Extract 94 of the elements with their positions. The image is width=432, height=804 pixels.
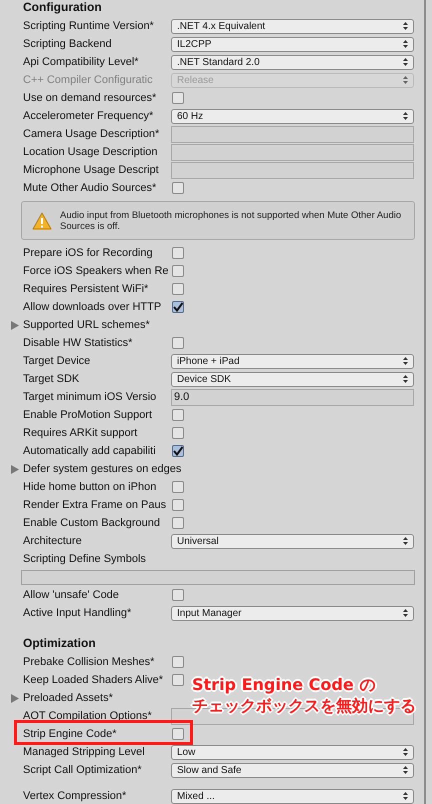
field-label: Mute Other Audio Sources*: [23, 180, 158, 196]
field-label: Active Input Handling*: [23, 606, 132, 621]
checkbox[interactable]: [172, 499, 184, 511]
annotation-text: Strip Engine Code の: [192, 674, 376, 695]
field-label: AOT Compilation Options*: [23, 708, 153, 724]
annotation-text: チェックボックスを無効にする: [192, 695, 416, 716]
field-label: Enable Custom Background: [23, 516, 161, 531]
dropdown[interactable]: 60 Hz: [171, 108, 414, 124]
section-heading: Configuration: [23, 0, 102, 16]
checkbox[interactable]: [172, 445, 184, 457]
field-label: Script Call Optimization*: [23, 762, 143, 778]
field-label: Target SDK: [23, 372, 80, 387]
field-label: Hide home button on iPhon: [23, 480, 158, 495]
dropdown[interactable]: iPhone + iPad: [171, 354, 414, 368]
checkbox[interactable]: [172, 481, 184, 493]
up-down-arrows-icon: [403, 375, 408, 383]
field-label: Architecture: [23, 534, 83, 549]
dropdown[interactable]: Slow and Safe: [171, 762, 414, 778]
checkbox[interactable]: [172, 265, 184, 277]
field-label: Allow downloads over HTTP: [23, 300, 162, 315]
field-label: Api Compatibility Level*: [23, 54, 140, 70]
checkbox[interactable]: [172, 674, 184, 686]
up-down-arrows-icon: [403, 357, 408, 365]
text-field[interactable]: 9.0: [171, 388, 414, 406]
up-down-arrows-icon: [403, 537, 408, 545]
field-label: Accelerometer Frequency*: [23, 108, 154, 124]
text-field[interactable]: [171, 162, 414, 178]
field-label: Managed Stripping Level: [23, 744, 146, 760]
checkbox[interactable]: [172, 656, 184, 668]
checkbox[interactable]: [172, 182, 184, 194]
dropdown[interactable]: Input Manager: [171, 606, 414, 620]
field-label: Keep Loaded Shaders Alive*: [23, 672, 164, 688]
checkbox[interactable]: [172, 409, 184, 421]
field-label: Force iOS Speakers when Re: [23, 264, 170, 279]
field-label: Scripting Backend: [23, 36, 113, 52]
field-label: Location Usage Description: [23, 144, 159, 160]
field-label: Allow 'unsafe' Code: [23, 588, 120, 603]
checkbox[interactable]: [172, 301, 184, 313]
checkbox[interactable]: [172, 517, 184, 529]
dropdown[interactable]: IL2CPP: [171, 36, 414, 52]
field-label: Prebake Collision Meshes*: [23, 654, 156, 670]
field-label: Prepare iOS for Recording: [23, 246, 154, 261]
checkbox[interactable]: [172, 337, 184, 349]
field-label: Enable ProMotion Support: [23, 408, 154, 423]
triangle-icon[interactable]: [11, 320, 19, 330]
up-down-arrows-icon: [403, 112, 408, 120]
checkbox[interactable]: [172, 92, 184, 104]
check-icon: [173, 446, 183, 456]
field-label: Target minimum iOS Versio: [23, 390, 158, 405]
field-label: Defer system gestures on edges: [23, 462, 182, 477]
text-field[interactable]: [21, 570, 415, 584]
up-down-arrows-icon: [403, 766, 408, 774]
field-label: Scripting Define Symbols: [23, 552, 146, 567]
triangle-icon[interactable]: [11, 694, 19, 702]
up-down-arrows-icon: [403, 40, 408, 48]
up-down-arrows-icon: [403, 76, 408, 84]
field-label: Automatically add capabiliti: [23, 444, 157, 459]
field-label: Microphone Usage Descript: [23, 162, 160, 178]
triangle-icon[interactable]: [11, 464, 19, 474]
dropdown[interactable]: Device SDK: [171, 372, 414, 386]
field-label: Scripting Runtime Version*: [23, 18, 155, 34]
dropdown[interactable]: Mixed ...: [171, 788, 414, 804]
checkbox[interactable]: [172, 728, 184, 740]
help-text: Audio input from Bluetooth microphones is not supported when Mute Other Audio Sources is off.: [60, 210, 402, 232]
field-label: Strip Engine Code*: [23, 726, 118, 742]
field-label: Render Extra Frame on Paus: [23, 498, 168, 513]
checkbox[interactable]: [172, 427, 184, 439]
check-icon: [173, 302, 183, 312]
field-label: Camera Usage Description*: [23, 126, 160, 142]
field-label: Requires Persistent WiFi*: [23, 282, 150, 297]
field-label: Target Device: [23, 354, 92, 369]
up-down-arrows-icon: [403, 792, 408, 800]
dropdown[interactable]: .NET 4.x Equivalent: [171, 18, 414, 34]
warning-icon: [32, 212, 52, 230]
up-down-arrows-icon: [403, 58, 408, 66]
field-label: Vertex Compression*: [23, 788, 128, 804]
text-field[interactable]: [171, 144, 414, 160]
field-label: Preloaded Assets*: [23, 690, 113, 706]
checkbox[interactable]: [172, 247, 184, 259]
dropdown[interactable]: Universal: [171, 534, 414, 548]
field-label: Requires ARKit support: [23, 426, 138, 441]
up-down-arrows-icon: [403, 22, 408, 30]
text-field[interactable]: [171, 126, 414, 142]
dropdown[interactable]: Low: [171, 744, 414, 760]
section-heading: Optimization: [23, 634, 96, 652]
up-down-arrows-icon: [403, 609, 408, 617]
dropdown[interactable]: .NET Standard 2.0: [171, 54, 414, 70]
up-down-arrows-icon: [403, 748, 408, 756]
checkbox[interactable]: [172, 283, 184, 295]
field-label: Use on demand resources*: [23, 90, 158, 106]
checkbox[interactable]: [172, 589, 184, 601]
field-label: C++ Compiler Configuratic: [23, 72, 154, 88]
field-label: Disable HW Statistics*: [23, 336, 134, 351]
field-label: Supported URL schemes*: [23, 318, 150, 333]
